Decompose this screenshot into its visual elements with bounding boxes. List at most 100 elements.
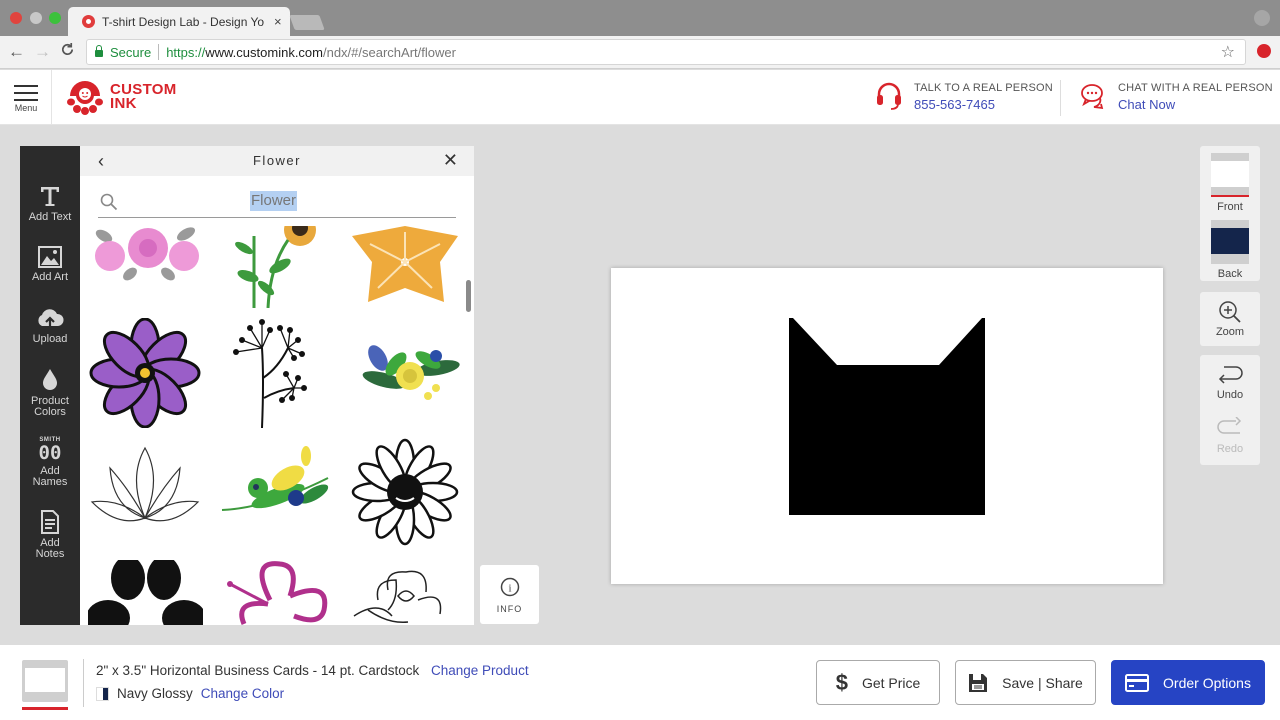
document-icon xyxy=(41,510,59,534)
new-tab-button[interactable] xyxy=(289,15,325,30)
zoom-control[interactable]: Zoom xyxy=(1200,300,1260,338)
add-notes-label-2: Notes xyxy=(35,548,65,560)
info-label: INFO xyxy=(496,604,523,614)
art-result-peony-line-art[interactable] xyxy=(348,560,468,625)
upload-label: Upload xyxy=(32,333,68,345)
forward-arrow-icon[interactable]: → xyxy=(34,42,51,62)
url-host: www.customink.com xyxy=(205,44,323,60)
order-options-button[interactable]: Order Options xyxy=(1111,660,1265,705)
droplet-icon xyxy=(43,369,57,390)
window-close-button[interactable] xyxy=(10,12,22,24)
side-views-panel: Front Back xyxy=(1200,146,1260,281)
design-canvas[interactable] xyxy=(611,268,1163,584)
change-color-link[interactable]: Change Color xyxy=(201,686,284,701)
black-petal-flower-art xyxy=(86,556,206,625)
art-result-purple-lotus[interactable] xyxy=(88,317,208,433)
product-colors-label-2: Colors xyxy=(34,406,66,418)
peony-line-art xyxy=(353,570,442,623)
talk-label: TALK TO A REAL PERSON xyxy=(914,82,1053,94)
front-view-button[interactable]: Front xyxy=(1200,153,1260,213)
art-panel-scrollbar[interactable] xyxy=(466,280,471,312)
info-icon: i xyxy=(500,577,519,597)
upload-tool[interactable]: Upload xyxy=(20,306,80,345)
product-thumbnail[interactable] xyxy=(22,660,68,702)
info-button[interactable]: i INFO xyxy=(480,565,539,624)
chat-label: CHAT WITH A REAL PERSON xyxy=(1118,82,1273,94)
art-result-tropical-spray[interactable] xyxy=(218,438,338,553)
magenta-hibiscus-art xyxy=(227,561,328,625)
get-price-label: Get Price xyxy=(861,674,921,691)
reload-icon[interactable] xyxy=(60,42,75,62)
color-swatch xyxy=(96,686,109,701)
art-results-grid xyxy=(80,214,474,625)
credit-card-icon xyxy=(1125,673,1150,692)
product-info: 2" x 3.5" Horizontal Business Cards - 14… xyxy=(96,663,529,678)
art-result-black-petal-flower[interactable] xyxy=(86,556,208,625)
search-input[interactable]: Flower xyxy=(250,191,298,211)
custom-ink-logo[interactable]: CUSTOM INK xyxy=(66,78,177,116)
art-result-lotus-line-art[interactable] xyxy=(88,438,208,553)
add-text-tool[interactable]: Add Text xyxy=(20,184,80,223)
back-thumbnail xyxy=(1211,220,1249,264)
front-thumbnail xyxy=(1211,153,1249,197)
octopus-logo-icon xyxy=(67,81,103,115)
add-text-label: Add Text xyxy=(28,211,72,223)
product-thumbnail-underline xyxy=(22,707,68,710)
menu-label: Menu xyxy=(14,103,38,113)
save-share-label: Save | Share xyxy=(1002,674,1083,691)
svg-text:i: i xyxy=(508,583,511,595)
add-notes-tool[interactable]: Add Notes xyxy=(20,510,80,560)
url-separator xyxy=(158,44,160,60)
close-icon[interactable]: ✕ xyxy=(443,150,458,171)
logo-line-2: INK xyxy=(110,95,137,112)
cat-head-design-element[interactable] xyxy=(789,318,985,515)
product-name: 2" x 3.5" Horizontal Business Cards - 14… xyxy=(96,663,420,678)
profile-icon[interactable] xyxy=(1254,10,1270,26)
jersey-number-icon: SMITH 00 xyxy=(20,437,80,463)
orange-star-flower-art xyxy=(352,226,458,302)
order-options-label: Order Options xyxy=(1163,674,1251,691)
redo-icon xyxy=(1217,417,1242,434)
redo-button[interactable]: Redo xyxy=(1200,417,1260,455)
site-header: Menu CUSTOM INK TALK TO A REAL PERSON 85… xyxy=(0,70,1280,125)
pink-dahlia-art xyxy=(95,227,199,281)
zoom-button[interactable]: Zoom xyxy=(1200,292,1260,346)
add-names-label-2: Names xyxy=(32,476,68,488)
art-result-yellow-rose-bouquet[interactable] xyxy=(348,318,468,433)
window-minimize-button[interactable] xyxy=(30,12,42,24)
bookmark-star-icon[interactable]: ☆ xyxy=(1221,42,1235,62)
purple-lotus-art xyxy=(89,317,201,429)
product-colors-tool[interactable]: Product Colors xyxy=(20,368,80,418)
sunflower-stems-art xyxy=(235,214,316,309)
redo-label: Redo xyxy=(1216,443,1244,455)
add-names-tool[interactable]: SMITH 00 Add Names xyxy=(20,437,80,488)
add-art-tool[interactable]: Add Art xyxy=(20,246,80,283)
get-price-button[interactable]: $ Get Price xyxy=(816,660,940,705)
change-product-link[interactable]: Change Product xyxy=(431,663,529,678)
url-input[interactable]: Secure https:// www.customink.com /ndx/#… xyxy=(86,39,1246,65)
art-result-magenta-hibiscus[interactable] xyxy=(220,560,340,625)
window-zoom-button[interactable] xyxy=(49,12,61,24)
art-result-black-branch[interactable] xyxy=(228,318,348,433)
tab-close-icon[interactable]: × xyxy=(274,14,282,29)
phone-link[interactable]: 855-563-7465 xyxy=(914,97,1053,112)
browser-tab[interactable]: T-shirt Design Lab - Design Yo × xyxy=(68,7,290,36)
chat-with-person: CHAT WITH A REAL PERSON Chat Now xyxy=(1080,82,1273,112)
art-search-field[interactable]: Flower xyxy=(98,184,456,218)
save-share-button[interactable]: Save | Share xyxy=(955,660,1096,705)
browser-titlebar: T-shirt Design Lab - Design Yo × xyxy=(0,0,1280,36)
undo-button[interactable]: Undo xyxy=(1200,363,1260,401)
back-view-button[interactable]: Back xyxy=(1200,220,1260,280)
extension-icon[interactable] xyxy=(1257,44,1271,58)
image-icon xyxy=(38,246,62,268)
product-separator xyxy=(83,659,84,707)
chat-now-link[interactable]: Chat Now xyxy=(1118,97,1273,112)
header-divider xyxy=(1060,80,1061,116)
text-icon xyxy=(41,187,59,206)
cloud-upload-icon xyxy=(38,309,64,328)
menu-button[interactable]: Menu xyxy=(0,70,52,125)
black-branch-art xyxy=(233,319,307,429)
art-result-sunflower-line-art[interactable] xyxy=(348,438,468,553)
back-arrow-icon[interactable]: ← xyxy=(8,42,25,62)
sunflower-line-art xyxy=(351,438,459,546)
